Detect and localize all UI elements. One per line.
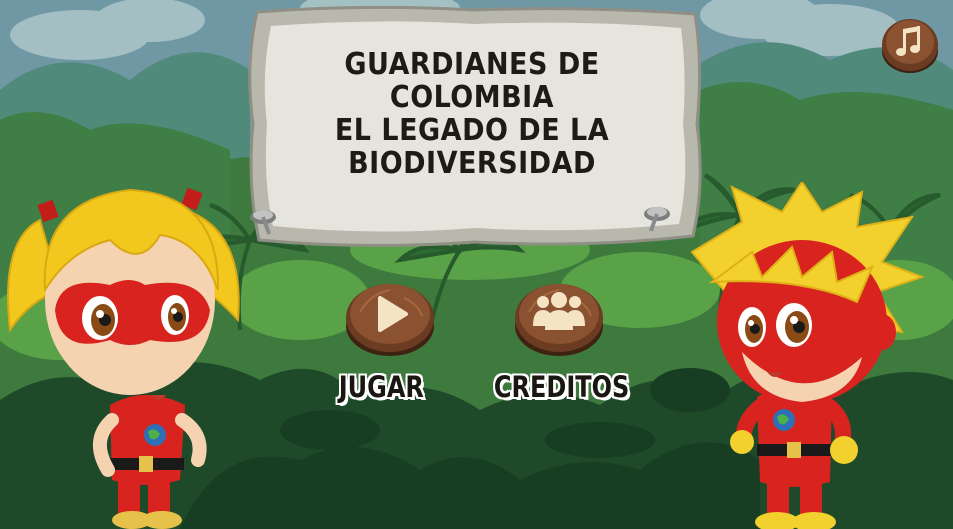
credits-label[interactable]: CREDITOS bbox=[494, 370, 629, 404]
group-icon bbox=[533, 292, 585, 330]
play-label[interactable]: JUGAR bbox=[339, 370, 424, 404]
music-toggle-button[interactable] bbox=[881, 15, 939, 75]
credits-button[interactable] bbox=[513, 278, 605, 358]
hero-girl-character bbox=[7, 187, 240, 529]
title-line-1: GUARDIANES DE bbox=[344, 47, 600, 82]
hero-boy-character bbox=[690, 182, 925, 529]
title-line-3: EL LEGADO DE LA bbox=[334, 113, 610, 148]
title-line-4: BIODIVERSIDAD bbox=[348, 146, 596, 181]
game-title: GUARDIANES DE COLOMBIA EL LEGADO DE LA B… bbox=[292, 48, 652, 180]
play-button[interactable] bbox=[344, 278, 436, 358]
title-line-2: COLOMBIA bbox=[389, 80, 555, 115]
